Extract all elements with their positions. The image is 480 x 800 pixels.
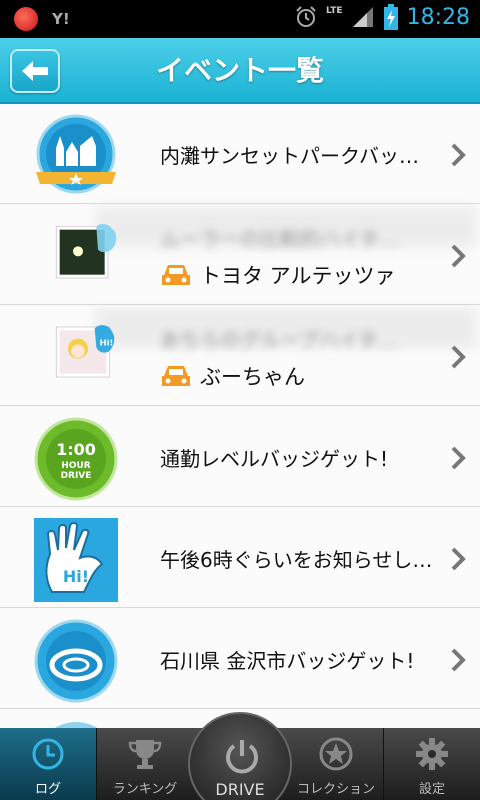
badge-oval-icon: [34, 619, 118, 703]
badge-hour-text: HOUR: [61, 461, 90, 471]
signal-icon: [352, 7, 373, 27]
event-subtitle: トヨタ アルテッツァ: [200, 264, 396, 288]
badge-time-text: 1:00: [56, 440, 96, 459]
chevron-right-icon: [451, 648, 466, 672]
tab-log[interactable]: ログ: [0, 728, 96, 800]
tab-label: 設定: [418, 782, 445, 797]
tab-settings[interactable]: 設定: [384, 728, 480, 800]
title-bar: イベント一覧: [0, 38, 480, 104]
event-row[interactable]: ムーラーの比較的ハイタ… トヨタ アルテッツァ: [0, 205, 480, 305]
chevron-right-icon: [451, 547, 466, 571]
yahoo-icon: Y!: [52, 10, 70, 28]
event-title-blurred: あちらのグループハイタ…: [160, 328, 398, 352]
car-icon: [162, 366, 190, 386]
page-title: イベント一覧: [155, 54, 324, 87]
car-icon: [162, 265, 190, 285]
event-row[interactable]: 1:00 HOUR DRIVE 通勤レベルバッジゲット!: [0, 407, 480, 507]
event-title: 午後6時ぐらいをお知らせし…: [160, 547, 433, 572]
event-title-blurred: ムーラーの比較的ハイタ…: [160, 227, 399, 251]
status-bar: Y! LTE 18:28: [0, 0, 480, 38]
trophy-icon: [128, 740, 162, 769]
photo-with-hi-icon: Hi!: [55, 325, 115, 378]
photo-with-hi-icon: [55, 224, 117, 279]
event-title: 通勤レベルバッジゲット!: [160, 446, 389, 471]
clock-icon: [32, 738, 64, 770]
event-row[interactable]: 石川県 金沢市バッジゲット!: [0, 609, 480, 709]
badge-partial-icon: [54, 722, 98, 728]
status-time: 18:28: [406, 4, 470, 30]
badge-drive-text: DRIVE: [61, 471, 92, 481]
event-row[interactable]: Hi! あちらのグループハイタ… ぶーちゃん: [0, 306, 480, 406]
tab-label: コレクション: [296, 782, 375, 797]
hi-hand-icon: Hi!: [34, 518, 118, 602]
gear-icon: [416, 738, 448, 770]
chevron-right-icon: [451, 446, 466, 470]
event-subtitle-row: トヨタ アルテッツァ: [160, 257, 395, 293]
tab-label: ログ: [34, 782, 61, 797]
badge-building-icon: [36, 114, 116, 194]
back-arrow-icon: [22, 61, 48, 81]
event-title: 石川県 金沢市バッジゲット!: [160, 648, 415, 673]
tab-collection[interactable]: コレクション: [288, 728, 384, 800]
tab-label: ランキング: [112, 782, 178, 797]
back-button[interactable]: [10, 49, 60, 93]
red-circle-icon: [14, 7, 38, 31]
svg-text:Hi!: Hi!: [100, 337, 114, 347]
event-list: 内灘サンセットパークバッ… ムーラーの比較的ハイタ… トヨタ アルテッツァ Hi…: [0, 104, 480, 728]
star-badge-icon: [319, 737, 353, 771]
bottom-tab-bar: ログ ランキング コレクション 設定 DRIVE: [0, 712, 480, 800]
drive-label: DRIVE: [215, 780, 265, 799]
event-subtitle: ぶーちゃん: [200, 365, 305, 389]
chevron-right-icon: [451, 345, 466, 369]
power-icon: [226, 740, 258, 774]
tab-ranking[interactable]: ランキング: [97, 728, 193, 800]
hi-text: Hi!: [63, 567, 89, 586]
chevron-right-icon: [451, 143, 466, 167]
drive-hour-badge-icon: 1:00 HOUR DRIVE: [34, 417, 118, 501]
event-row[interactable]: 内灘サンセットパークバッ…: [0, 104, 480, 204]
event-title: 内灘サンセットパークバッ…: [160, 143, 419, 168]
network-type-label: LTE: [326, 6, 343, 16]
chevron-right-icon: [451, 244, 466, 268]
event-row[interactable]: Hi! 午後6時ぐらいをお知らせし…: [0, 508, 480, 608]
event-subtitle-row: ぶーちゃん: [160, 358, 305, 394]
alarm-clock-icon: [296, 6, 316, 27]
battery-charging-icon: [383, 4, 398, 30]
